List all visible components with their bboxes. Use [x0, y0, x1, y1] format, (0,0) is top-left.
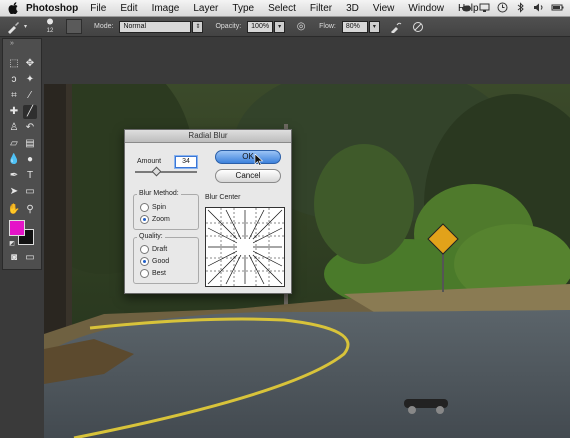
shape-tool-icon[interactable]: ▭ [23, 185, 37, 199]
mode-select[interactable]: Normal [119, 20, 192, 33]
radio-zoom-label: Zoom [152, 216, 170, 223]
menu-3d[interactable]: 3D [346, 3, 359, 14]
marquee-tool-icon[interactable]: ⬚ [7, 57, 21, 71]
app-name[interactable]: Photoshop [26, 3, 78, 14]
radio-draft-label: Draft [152, 246, 168, 253]
blur-center-preview[interactable] [205, 207, 285, 287]
amount-slider-thumb[interactable] [151, 166, 162, 177]
ok-button[interactable]: OK [215, 150, 281, 164]
screen-mode-icon[interactable]: ▭ [23, 251, 37, 265]
flow-label: Flow: [319, 23, 336, 30]
quality-group: Quality: Draft Good Best [133, 233, 199, 284]
mode-label: Mode: [94, 23, 114, 30]
tools-panel: » ⬚ ✥ ↄ ✦ ⌗ ⁄ ✚ ╱ ♙ ↶ ▱ ▤ 💧 ● ✒ T ➤ ▭ ✋ … [2, 38, 42, 270]
pressure-opacity-icon[interactable]: ◎ [295, 21, 307, 33]
magic-wand-tool-icon[interactable]: ✦ [23, 73, 37, 87]
pressure-size-icon[interactable] [412, 21, 424, 33]
brush-tool-icon[interactable]: ╱ [23, 105, 37, 119]
radio-good[interactable]: Good [140, 257, 169, 266]
foreground-color-swatch[interactable] [9, 220, 25, 236]
menu-edit[interactable]: Edit [120, 3, 137, 14]
healing-brush-tool-icon[interactable]: ✚ [7, 105, 21, 119]
crop-tool-icon[interactable]: ⌗ [7, 89, 21, 103]
menu-window[interactable]: Window [408, 3, 444, 14]
path-selection-tool-icon[interactable]: ➤ [7, 185, 21, 199]
radio-button-icon[interactable] [140, 203, 149, 212]
mouse-pointer-icon [254, 154, 264, 166]
radial-blur-dialog: Radial Blur Amount 34 OK Cancel Blur Met… [124, 129, 292, 294]
radio-button-selected-icon[interactable] [140, 257, 149, 266]
gradient-tool-icon[interactable]: ▤ [23, 137, 37, 151]
screen-icon[interactable] [479, 2, 490, 13]
menu-bar: Photoshop File Edit Image Layer Type Sel… [0, 0, 570, 17]
radio-best[interactable]: Best [140, 269, 166, 278]
radio-zoom[interactable]: Zoom [140, 215, 170, 224]
blur-center-label: Blur Center [205, 194, 241, 201]
flow-dropdown-arrow-icon[interactable]: ▾ [368, 20, 380, 33]
cloud-icon[interactable] [461, 2, 472, 13]
radio-draft[interactable]: Draft [140, 245, 167, 254]
move-tool-icon[interactable]: ✥ [23, 57, 37, 71]
blur-tool-icon[interactable]: 💧 [7, 153, 21, 167]
brush-panel-toggle[interactable] [66, 19, 82, 34]
cancel-button[interactable]: Cancel [215, 169, 281, 183]
radio-button-selected-icon[interactable] [140, 215, 149, 224]
amount-slider-track[interactable] [135, 171, 197, 173]
history-brush-tool-icon[interactable]: ↶ [23, 121, 37, 135]
opacity-label: Opacity: [215, 23, 242, 30]
airbrush-icon[interactable] [390, 21, 402, 34]
photo-road-image [44, 84, 570, 438]
options-bar: ▾ 12 Mode: Normal ⇕ Opacity: 100% ▾ ◎ Fl… [0, 17, 570, 37]
radio-spin-label: Spin [152, 204, 167, 211]
amount-input[interactable]: 34 [175, 156, 197, 168]
volume-icon[interactable] [533, 2, 544, 13]
zoom-tool-icon[interactable]: ⚲ [23, 203, 37, 217]
type-tool-icon[interactable]: T [23, 169, 37, 183]
dialog-title[interactable]: Radial Blur [125, 130, 291, 143]
battery-icon[interactable] [551, 2, 564, 13]
mode-dropdown-arrow-icon[interactable]: ⇕ [192, 20, 204, 33]
radio-button-icon[interactable] [140, 245, 149, 254]
menu-filter[interactable]: Filter [310, 3, 332, 14]
clock-icon[interactable] [497, 2, 508, 13]
menu-view[interactable]: View [373, 3, 395, 14]
zoom-lines-pattern [206, 208, 284, 286]
flow-field[interactable]: 80% [341, 20, 368, 33]
menu-extras [461, 2, 564, 13]
amount-label: Amount [137, 158, 162, 165]
hand-tool-icon[interactable]: ✋ [7, 203, 21, 217]
menu-file[interactable]: File [90, 3, 106, 14]
dodge-tool-icon[interactable]: ● [23, 153, 37, 167]
menu-image[interactable]: Image [152, 3, 180, 14]
brush-size-value: 12 [46, 28, 54, 34]
menu-select[interactable]: Select [268, 3, 296, 14]
quick-mask-icon[interactable]: ◙ [7, 251, 21, 265]
opacity-field[interactable]: 100% [247, 20, 274, 33]
blur-method-label: Blur Method: [137, 190, 181, 197]
lasso-tool-icon[interactable]: ↄ [7, 73, 21, 87]
menu-layer[interactable]: Layer [193, 3, 218, 14]
brush-size-picker[interactable]: 12 [40, 18, 60, 35]
menu-type[interactable]: Type [232, 3, 254, 14]
bluetooth-icon[interactable] [515, 2, 526, 13]
default-colors-icon[interactable]: ◩ [5, 237, 19, 251]
pen-tool-icon[interactable]: ✒ [7, 169, 21, 183]
eraser-tool-icon[interactable]: ▱ [7, 137, 21, 151]
apple-icon[interactable] [8, 2, 20, 15]
radio-button-icon[interactable] [140, 269, 149, 278]
radio-best-label: Best [152, 270, 167, 277]
brush-icon[interactable] [6, 20, 20, 34]
clone-stamp-tool-icon[interactable]: ♙ [7, 121, 21, 135]
eyedropper-tool-icon[interactable]: ⁄ [23, 89, 37, 103]
radio-good-label: Good [152, 258, 170, 265]
radio-spin[interactable]: Spin [140, 203, 166, 212]
blur-method-group: Blur Method: Spin Zoom [133, 190, 199, 230]
quality-label: Quality: [137, 233, 165, 240]
panel-collapse-icon[interactable]: » [5, 37, 19, 51]
document-canvas[interactable] [44, 84, 570, 438]
opacity-dropdown-arrow-icon[interactable]: ▾ [274, 20, 286, 33]
tool-preset-arrow-icon[interactable]: ▾ [21, 22, 30, 32]
